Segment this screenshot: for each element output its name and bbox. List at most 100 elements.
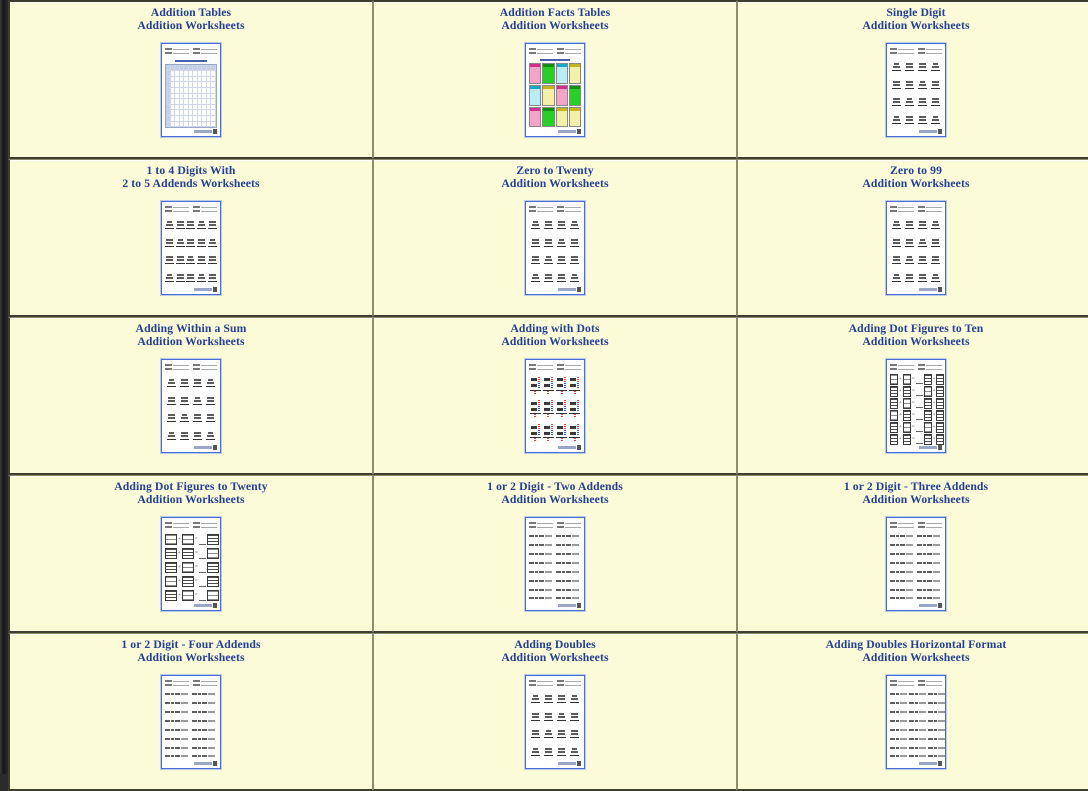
1-or-2-digit-four-addends-thumbnail[interactable] bbox=[161, 675, 221, 770]
worksheet-title-link[interactable]: Adding Doubles Addition Worksheets bbox=[501, 638, 608, 664]
score-date-fields bbox=[557, 679, 581, 688]
worksheet-title-link[interactable]: 1 or 2 Digit - Two Addends Addition Works… bbox=[487, 480, 623, 506]
worksheet-cell-inner: Addition Facts Tables Addition Worksheets bbox=[374, 2, 736, 157]
worksheet-header-fields bbox=[165, 205, 217, 214]
worksheet-cell-inner: Single Digit Addition Worksheets bbox=[738, 2, 1088, 157]
addition-tables-thumbnail[interactable] bbox=[161, 43, 221, 138]
score-date-fields bbox=[193, 47, 217, 56]
worksheet-footer-credit bbox=[194, 761, 217, 767]
worksheet-problem bbox=[165, 690, 191, 698]
worksheet-title-link[interactable]: Adding Dot Figures to Twenty Addition Wor… bbox=[114, 480, 267, 506]
worksheet-problem bbox=[205, 374, 217, 391]
adding-doubles-thumbnail[interactable] bbox=[525, 675, 585, 770]
worksheet-problem bbox=[903, 270, 915, 287]
worksheet-title-link[interactable]: Adding Dot Figures to Ten Addition Worksh… bbox=[849, 322, 984, 348]
worksheet-problem bbox=[916, 577, 943, 585]
name-teacher-fields bbox=[890, 679, 914, 688]
score-date-fields bbox=[193, 205, 217, 214]
worksheet-body: +=+=+=+=+=+=+=+=+=+=+=+= bbox=[890, 374, 945, 446]
worksheet-problem bbox=[542, 234, 554, 251]
worksheet-problem bbox=[556, 252, 568, 269]
adding-doubles-horizontal-format-thumbnail[interactable] bbox=[886, 675, 946, 770]
problems-area bbox=[165, 216, 217, 286]
worksheet-problem bbox=[890, 76, 902, 93]
worksheet-body bbox=[529, 532, 581, 602]
worksheet-header-fields bbox=[890, 679, 942, 688]
name-teacher-fields bbox=[529, 205, 553, 214]
worksheet-footer-credit bbox=[194, 603, 217, 609]
worksheet-problem bbox=[542, 270, 554, 287]
worksheet-title-link[interactable]: Single Digit Addition Worksheets bbox=[862, 6, 969, 32]
facts-table-band bbox=[529, 63, 581, 85]
worksheet-problem bbox=[165, 753, 191, 761]
problems-area bbox=[165, 690, 217, 760]
zero-to-twenty-thumbnail[interactable] bbox=[525, 201, 585, 296]
worksheet-subtitle: Addition Worksheets bbox=[501, 651, 609, 665]
addition-facts-tables-thumbnail[interactable] bbox=[525, 43, 585, 138]
worksheet-problem bbox=[556, 234, 568, 251]
worksheet-problem bbox=[186, 234, 196, 251]
worksheet-footer-credit bbox=[194, 129, 217, 135]
facts-table-band bbox=[529, 106, 581, 128]
worksheet-problem bbox=[890, 270, 902, 287]
worksheet-problem bbox=[917, 252, 929, 269]
name-teacher-fields bbox=[165, 47, 189, 56]
worksheet-subtitle: Addition Worksheets bbox=[137, 335, 245, 349]
worksheet-problem: += bbox=[206, 561, 220, 574]
facts-table-block bbox=[529, 106, 542, 128]
worksheet-problem bbox=[191, 717, 218, 725]
worksheet-cell-inner: Zero to Twenty Addition Worksheets bbox=[374, 160, 736, 315]
worksheet-cell: 1 or 2 Digit - Three Addends Addition Wor… bbox=[737, 475, 1088, 633]
facts-table-block bbox=[529, 85, 542, 106]
adding-dot-figures-to-ten-thumbnail[interactable]: +=+=+=+=+=+=+=+=+=+=+=+= bbox=[886, 359, 946, 454]
1-to-4-digits-with-2-to-5-addends-thumbnail[interactable] bbox=[161, 201, 221, 296]
worksheet-problem bbox=[928, 699, 945, 707]
worksheet-footer-credit bbox=[194, 287, 217, 293]
1-or-2-digit-two-addends-thumbnail[interactable] bbox=[525, 517, 585, 612]
worksheet-problem bbox=[890, 541, 916, 549]
worksheet-problem bbox=[556, 690, 568, 707]
name-teacher-fields bbox=[165, 679, 189, 688]
adding-with-dots-thumbnail[interactable] bbox=[525, 359, 585, 454]
worksheet-subtitle: Addition Worksheets bbox=[862, 19, 970, 33]
name-teacher-fields bbox=[165, 521, 189, 530]
worksheet-header-fields bbox=[890, 521, 942, 530]
score-date-fields bbox=[918, 679, 942, 688]
worksheet-problem: += bbox=[206, 532, 220, 545]
worksheet-cell: 1 or 2 Digit - Four Addends Addition Work… bbox=[8, 633, 373, 791]
adding-dot-figures-to-twenty-thumbnail[interactable]: +=+=+=+=+=+=+=+=+=+= bbox=[161, 517, 221, 612]
worksheet-body bbox=[529, 58, 581, 128]
worksheet-title-link[interactable]: 1 or 2 Digit - Four Addends Addition Work… bbox=[121, 638, 260, 664]
adding-within-a-sum-thumbnail[interactable] bbox=[161, 359, 221, 454]
worksheet-cell-inner: Adding with Dots Addition Worksheets bbox=[374, 318, 736, 473]
worksheet-title-link[interactable]: 1 to 4 Digits With 2 to 5 Addends Workshe… bbox=[122, 164, 259, 190]
worksheet-problem bbox=[556, 374, 568, 397]
worksheet-title: Adding Dot Figures to Ten bbox=[848, 322, 984, 335]
worksheet-problem bbox=[542, 708, 554, 725]
worksheet-problem bbox=[165, 392, 177, 409]
worksheet-problem bbox=[191, 708, 218, 716]
name-teacher-fields bbox=[529, 47, 553, 56]
single-digit-thumbnail[interactable] bbox=[886, 43, 946, 138]
worksheet-problem bbox=[542, 216, 554, 233]
worksheet-title-link[interactable]: Zero to Twenty Addition Worksheets bbox=[501, 164, 608, 190]
worksheet-title-link[interactable]: Adding Doubles Horizontal Format Addition… bbox=[826, 638, 1007, 664]
worksheet-subtitle: Addition Worksheets bbox=[862, 177, 970, 191]
worksheet-problem bbox=[529, 252, 541, 269]
worksheet-title-link[interactable]: Addition Tables Addition Worksheets bbox=[137, 6, 244, 32]
worksheet-title-link[interactable]: Adding with Dots Addition Worksheets bbox=[501, 322, 608, 348]
worksheet-title-link[interactable]: 1 or 2 Digit - Three Addends Addition Wor… bbox=[844, 480, 988, 506]
worksheet-title-link[interactable]: Adding Within a Sum Addition Worksheets bbox=[136, 322, 247, 348]
zero-to-99-thumbnail[interactable] bbox=[886, 201, 946, 296]
worksheet-header-fields bbox=[890, 47, 942, 56]
1-or-2-digit-three-addends-thumbnail[interactable] bbox=[886, 517, 946, 612]
worksheet-problem bbox=[909, 690, 927, 698]
worksheet-problem bbox=[165, 234, 175, 251]
worksheet-problem bbox=[890, 699, 908, 707]
worksheet-title: Adding Doubles bbox=[514, 638, 596, 651]
worksheet-title-link[interactable]: Zero to 99 Addition Worksheets bbox=[862, 164, 969, 190]
worksheet-body bbox=[890, 58, 942, 128]
worksheet-title-link[interactable]: Addition Facts Tables Addition Worksheets bbox=[500, 6, 611, 32]
worksheet-problem bbox=[909, 699, 927, 707]
worksheet-body bbox=[165, 216, 217, 286]
